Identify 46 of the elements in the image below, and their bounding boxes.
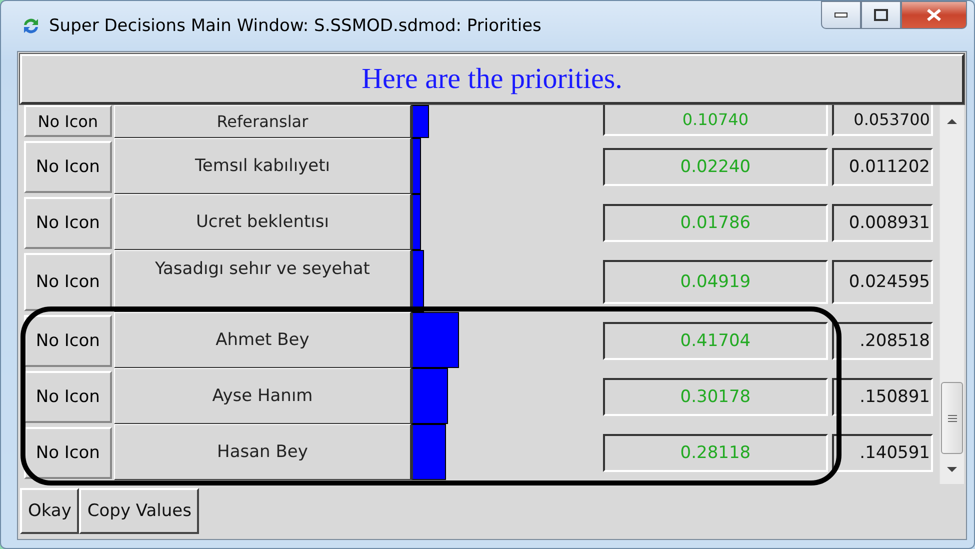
- no-icon-button[interactable]: No Icon: [24, 105, 112, 137]
- normalized-value: 0.008931: [832, 204, 933, 242]
- priority-value: 0.04919: [602, 260, 828, 304]
- normalized-value: .150891: [832, 378, 933, 416]
- priority-value: 0.41704: [602, 322, 828, 360]
- name-cell: Ayse Hanım: [114, 368, 412, 424]
- no-icon-button[interactable]: No Icon: [24, 197, 112, 249]
- name-cell: Referanslar: [114, 105, 412, 138]
- action-button[interactable]: Copy Values: [79, 488, 200, 534]
- no-icon-button[interactable]: No Icon: [24, 371, 112, 423]
- name-cell: Ahmet Bey: [114, 312, 412, 368]
- name-cell: Temsıl kabılıyetı: [114, 138, 412, 194]
- minimize-icon: [834, 12, 848, 18]
- name-cell: Yasadıgı sehır ve seyehat: [114, 250, 412, 312]
- maximize-icon: [874, 9, 888, 21]
- normalized-value: 0.024595: [832, 260, 933, 304]
- no-icon-button[interactable]: No Icon: [24, 427, 112, 479]
- no-icon-button[interactable]: No Icon: [24, 253, 112, 311]
- refresh-icon: [21, 16, 41, 36]
- priority-value: 0.30178: [602, 378, 828, 416]
- name-cell: Ucret beklentısı: [114, 194, 412, 250]
- close-button[interactable]: [901, 1, 967, 29]
- grip-icon: [948, 414, 956, 422]
- normalized-value: 0.053700: [832, 105, 933, 136]
- maximize-button[interactable]: [861, 1, 901, 29]
- scroll-thumb[interactable]: [941, 382, 963, 454]
- scroll-up-icon[interactable]: [946, 117, 958, 125]
- priority-value: 0.02240: [602, 148, 828, 186]
- name-cell: Hasan Bey: [114, 424, 412, 480]
- priority-value: 0.10740: [602, 105, 828, 136]
- normalized-value: 0.011202: [832, 148, 933, 186]
- priority-value: 0.01786: [602, 204, 828, 242]
- window-title: Super Decisions Main Window: S.SSMOD.sdmod: Priorities: [49, 16, 542, 36]
- no-icon-button[interactable]: No Icon: [24, 141, 112, 193]
- priority-value: 0.28118: [602, 434, 828, 472]
- priority-bar: [411, 194, 422, 250]
- minimize-button[interactable]: [821, 1, 861, 29]
- scroll-down-icon[interactable]: [946, 466, 958, 474]
- normalized-value: .140591: [832, 434, 933, 472]
- priority-bar: [411, 368, 448, 424]
- close-icon: [926, 8, 942, 22]
- action-button[interactable]: Okay: [20, 488, 80, 534]
- header-label: Here are the priorities.: [20, 54, 964, 104]
- no-icon-button[interactable]: No Icon: [24, 315, 112, 367]
- priority-bar: [411, 424, 446, 480]
- normalized-value: .208518: [832, 322, 933, 360]
